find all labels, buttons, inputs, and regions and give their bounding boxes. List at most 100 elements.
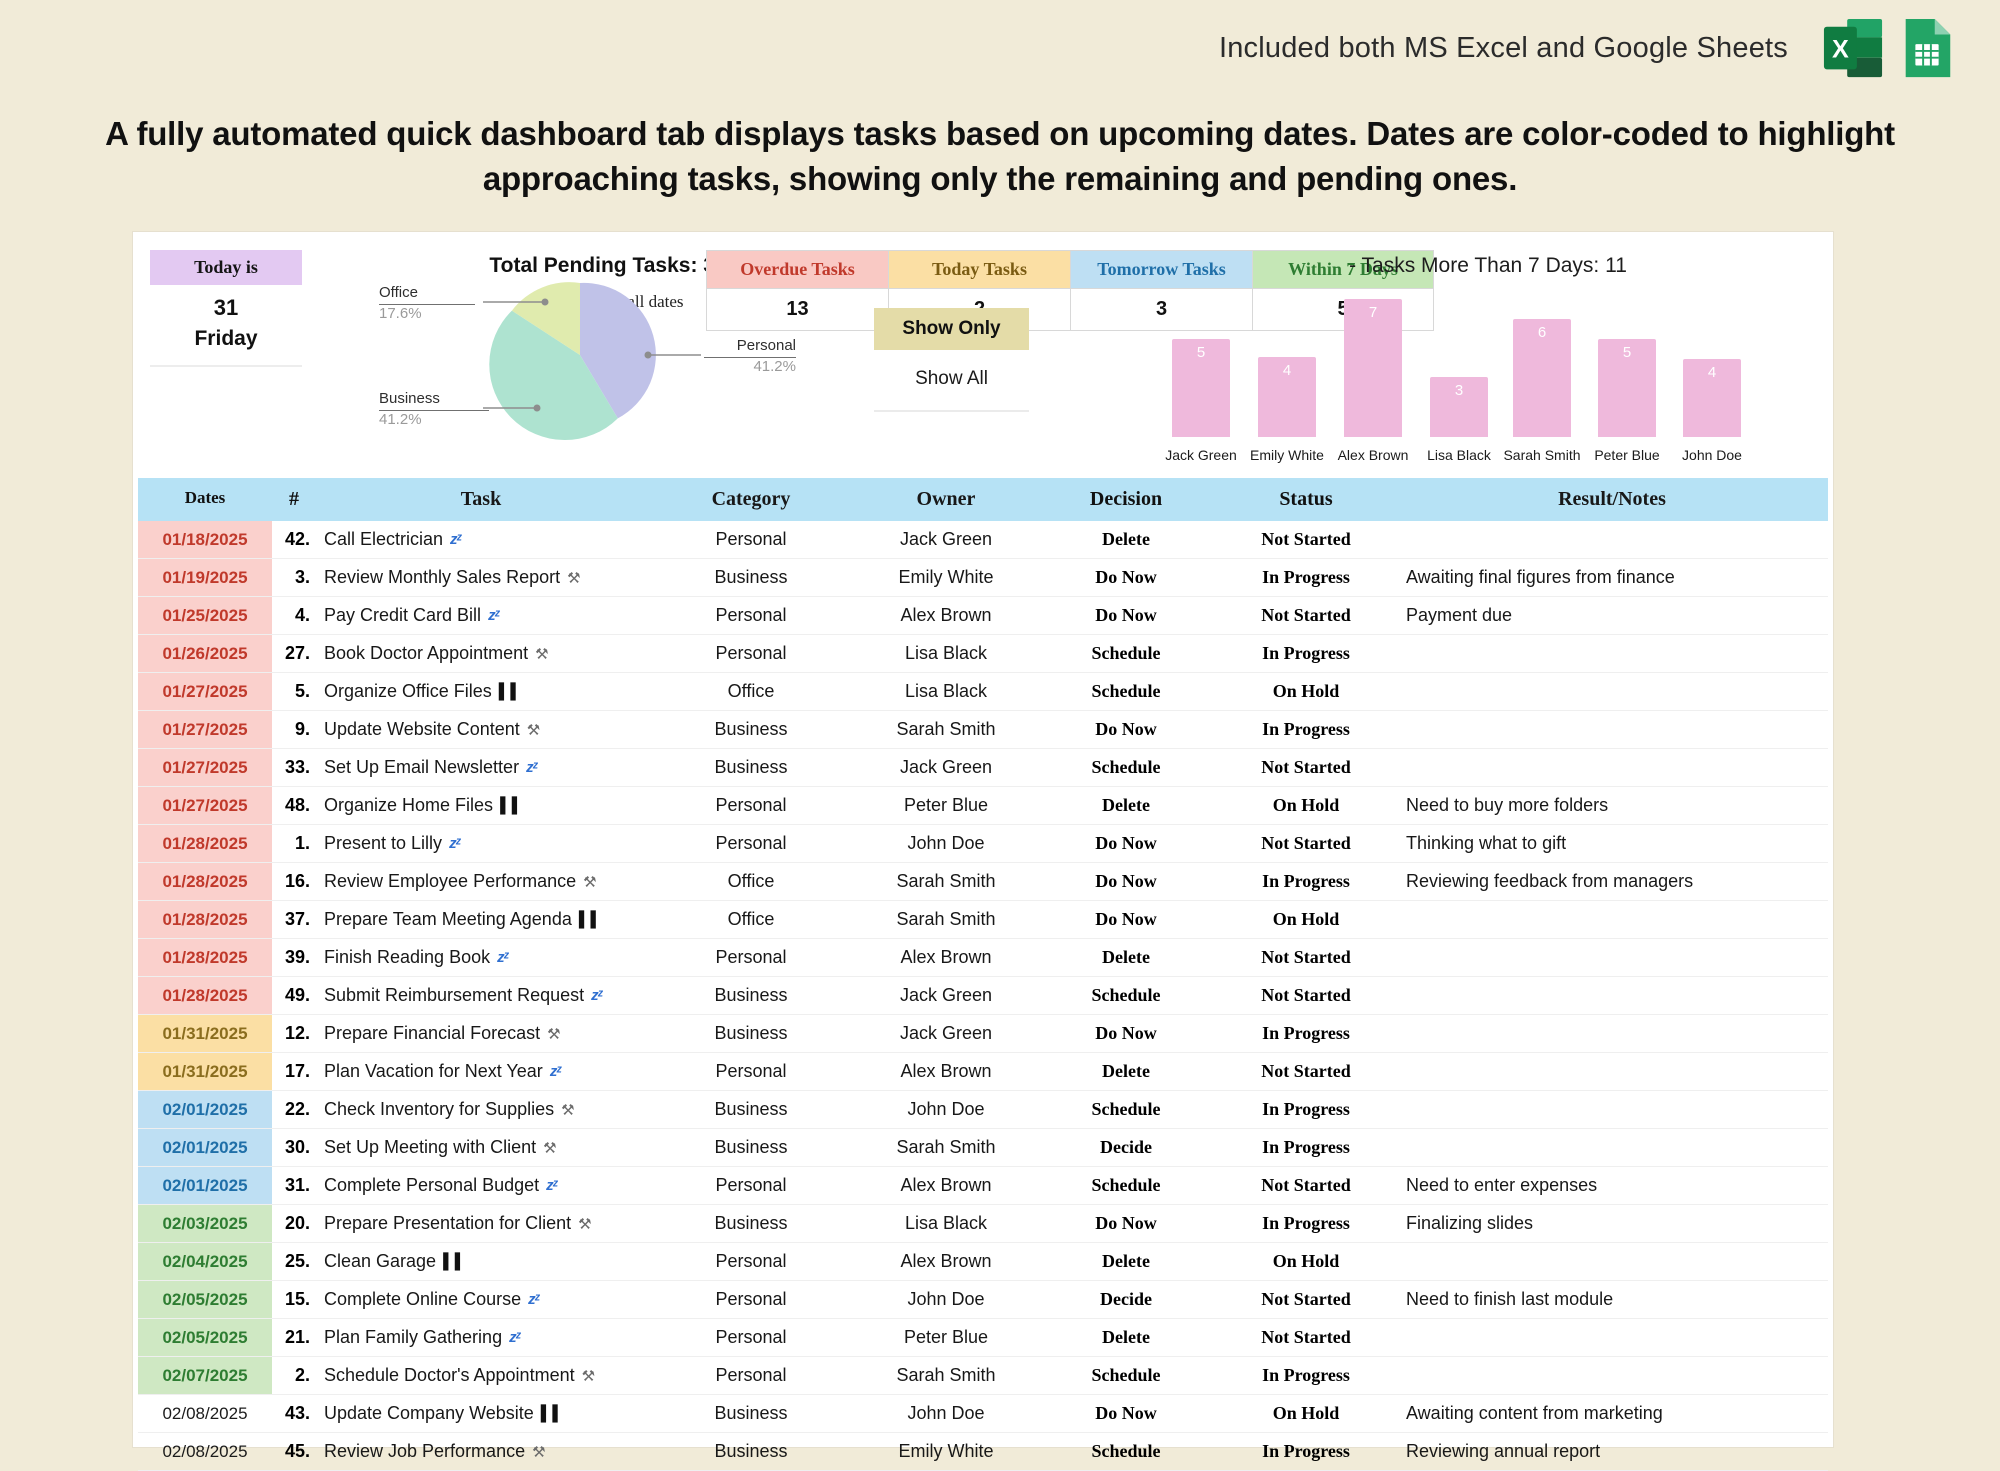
column-header-decision[interactable]: Decision	[1036, 478, 1216, 521]
cell-decision: Schedule	[1091, 1365, 1161, 1385]
cell-category: Office	[727, 871, 775, 891]
cell-task: Schedule Doctor's Appointment ⚒	[324, 1365, 596, 1385]
cell-category: Business	[714, 1023, 788, 1043]
cell-task: Plan Family Gathering zᶻ	[324, 1327, 521, 1347]
today-card: Today is 31 Friday	[150, 250, 302, 367]
table-row[interactable]: 01/18/2025 42. Call Electrician zᶻ Personal J…	[138, 521, 1828, 559]
cell-decision: Schedule	[1091, 1175, 1161, 1195]
table-row[interactable]: 01/27/2025 5. Organize Office Files ▌▌ Offic…	[138, 673, 1828, 711]
cell-task: Update Website Content ⚒	[324, 719, 541, 739]
cell-status: Not Started	[1261, 605, 1351, 625]
column-header-number[interactable]: #	[272, 478, 316, 521]
table-row[interactable]: 01/25/2025 4. Pay Credit Card Bill zᶻ Person…	[138, 597, 1828, 635]
cell-task: Complete Online Course zᶻ	[324, 1289, 540, 1309]
column-header-task[interactable]: Task	[316, 478, 646, 521]
cell-status: In Progress	[1262, 1099, 1350, 1119]
table-row[interactable]: 02/08/2025 45. Review Job Performance ⚒ Busi…	[138, 1433, 1828, 1471]
column-header-dates[interactable]: Dates	[138, 478, 272, 521]
column-header-status[interactable]: Status	[1216, 478, 1396, 521]
cell-task: Prepare Team Meeting Agenda ▌▌	[324, 909, 603, 929]
table-row[interactable]: 01/27/2025 9. Update Website Content ⚒ Busin…	[138, 711, 1828, 749]
cell-result-notes: Finalizing slides	[1406, 1213, 1534, 1233]
sleep-icon: zᶻ	[549, 1063, 561, 1080]
table-row[interactable]: 01/28/2025 37. Prepare Team Meeting Agenda…	[138, 901, 1828, 939]
table-row[interactable]: 02/08/2025 43. Update Company Website ▌▌ Bus…	[138, 1395, 1828, 1433]
table-row[interactable]: 01/27/2025 33. Set Up Email Newsletter zᶻ Bu…	[138, 749, 1828, 787]
cell-status: Not Started	[1261, 1327, 1351, 1347]
cell-result-notes	[1396, 977, 1828, 1014]
cell-number: 43.	[284, 1403, 310, 1423]
tools-icon: ⚒	[547, 1025, 561, 1043]
pause-icon: ▌▌	[578, 911, 603, 928]
table-row[interactable]: 02/03/2025 20. Prepare Presentation for Cl…	[138, 1205, 1828, 1243]
bar-emily-white: 4	[1258, 357, 1316, 437]
table-row[interactable]: 02/07/2025 2. Schedule Doctor's Appointmen…	[138, 1357, 1828, 1395]
table-row[interactable]: 02/01/2025 31. Complete Personal Budget zᶻ P…	[138, 1167, 1828, 1205]
cell-date: 02/04/2025	[138, 1243, 272, 1280]
pause-icon: ▌▌	[500, 797, 524, 814]
table-row[interactable]: 01/28/2025 1. Present to Lilly zᶻ Personal Jo…	[138, 825, 1828, 863]
cell-decision: Decide	[1100, 1137, 1152, 1157]
table-row[interactable]: 01/31/2025 12. Prepare Financial Forecast ⚒…	[138, 1015, 1828, 1053]
cell-status: Not Started	[1261, 757, 1351, 777]
cell-task: Set Up Meeting with Client ⚒	[324, 1137, 557, 1157]
cell-result-notes: Payment due	[1406, 605, 1513, 625]
cell-result-notes	[1396, 1243, 1828, 1280]
tools-icon: ⚒	[526, 721, 541, 739]
cell-owner: Alex Brown	[900, 1175, 992, 1195]
table-row[interactable]: 01/27/2025 48. Organize Home Files ▌▌ Person…	[138, 787, 1828, 825]
pie-label-office-name: Office	[379, 284, 475, 305]
cell-number: 45.	[284, 1441, 310, 1461]
cell-task: Call Electrician zᶻ	[324, 529, 462, 549]
show-only-button[interactable]: Show Only	[874, 308, 1029, 350]
table-row[interactable]: 01/28/2025 39. Finish Reading Book zᶻ Person…	[138, 939, 1828, 977]
pie-label-personal-value: 41.2%	[753, 357, 796, 375]
cell-number: 16.	[284, 871, 310, 891]
cell-decision: Do Now	[1095, 1023, 1157, 1043]
cell-owner: Alex Brown	[900, 1251, 992, 1271]
table-row[interactable]: 02/01/2025 30. Set Up Meeting with Client ⚒…	[138, 1129, 1828, 1167]
svg-text:X: X	[1832, 36, 1849, 64]
cell-status: Not Started	[1261, 1175, 1351, 1195]
cell-number: 30.	[284, 1137, 310, 1157]
column-header-result-notes[interactable]: Result/Notes	[1396, 478, 1828, 521]
cell-result-notes: Reviewing annual report	[1406, 1441, 1601, 1461]
cell-category: Personal	[715, 605, 787, 625]
cell-status: In Progress	[1262, 643, 1350, 663]
cell-status: In Progress	[1262, 1213, 1350, 1233]
table-row[interactable]: 02/01/2025 22. Check Inventory for Supplie…	[138, 1091, 1828, 1129]
sleep-icon: zᶻ	[528, 1291, 539, 1308]
table-row[interactable]: 01/28/2025 49. Submit Reimbursement Reques…	[138, 977, 1828, 1015]
cell-date: 02/01/2025	[138, 1167, 272, 1204]
cell-owner: Jack Green	[899, 757, 993, 777]
table-row[interactable]: 01/19/2025 3. Review Monthly Sales Report ⚒…	[138, 559, 1828, 597]
cell-date: 02/01/2025	[138, 1129, 272, 1166]
cell-task: Set Up Email Newsletter zᶻ	[324, 757, 538, 777]
tools-icon: ⚒	[578, 1215, 592, 1233]
cell-result-notes	[1396, 1091, 1828, 1128]
show-all-button[interactable]: Show All	[874, 350, 1029, 402]
column-header-category[interactable]: Category	[646, 478, 856, 521]
cell-number: 31.	[284, 1175, 310, 1195]
cell-result-notes	[1396, 673, 1828, 710]
cell-owner: Jack Green	[899, 1023, 993, 1043]
table-row[interactable]: 01/26/2025 27. Book Doctor Appointment ⚒ Per…	[138, 635, 1828, 673]
table-row[interactable]: 02/04/2025 25. Clean Garage ▌▌ Personal Alex …	[138, 1243, 1828, 1281]
cell-date: 02/01/2025	[138, 1091, 272, 1128]
table-row[interactable]: 01/31/2025 17. Plan Vacation for Next Year…	[138, 1053, 1828, 1091]
tools-icon: ⚒	[581, 1367, 596, 1385]
cell-task: Book Doctor Appointment ⚒	[324, 643, 549, 663]
cell-result-notes	[1396, 901, 1828, 938]
pie-label-personal: Personal 41.2%	[704, 337, 796, 377]
table-row[interactable]: 02/05/2025 15. Complete Online Course zᶻ Per…	[138, 1281, 1828, 1319]
column-header-owner[interactable]: Owner	[856, 478, 1036, 521]
cell-date: 02/08/2025	[162, 1441, 248, 1461]
table-row[interactable]: 01/28/2025 16. Review Employee Performance…	[138, 863, 1828, 901]
tools-icon: ⚒	[561, 1101, 575, 1119]
cell-decision: Delete	[1102, 947, 1150, 967]
cell-number: 25.	[284, 1251, 310, 1271]
google-sheets-logo-icon	[1896, 17, 1958, 79]
cell-number: 22.	[284, 1099, 310, 1119]
table-row[interactable]: 02/05/2025 21. Plan Family Gathering zᶻ Pers…	[138, 1319, 1828, 1357]
cell-result-notes	[1396, 1053, 1828, 1090]
